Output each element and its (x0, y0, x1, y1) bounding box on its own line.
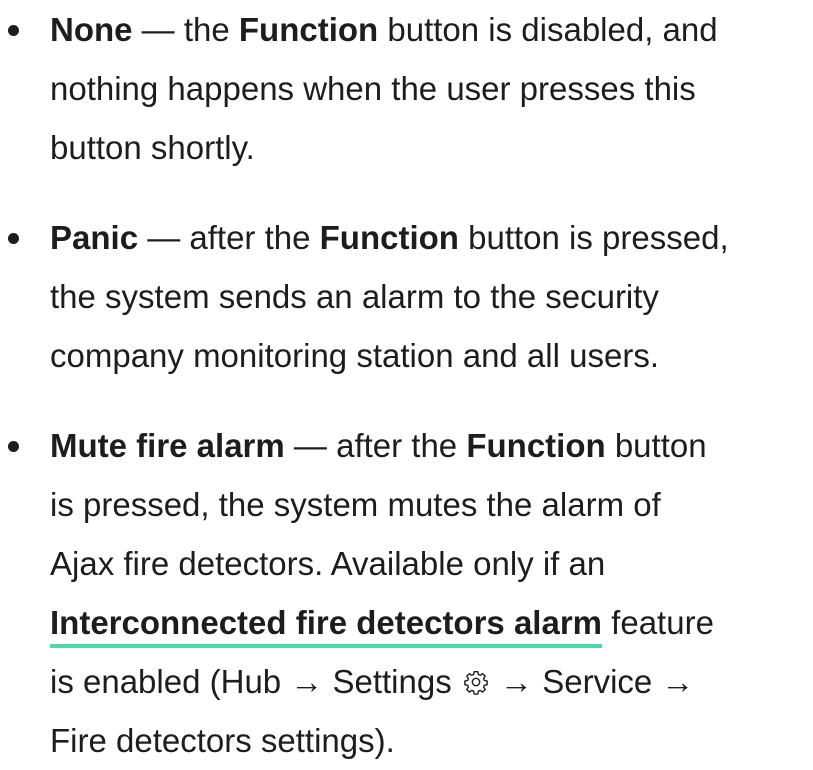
function-button-name: Function (238, 11, 379, 48)
option-name: Panic (50, 219, 139, 256)
list-item-line: nothing happens when the user presses th… (50, 70, 696, 107)
bullet (8, 233, 19, 244)
text-run: — after the (284, 427, 467, 464)
text-run: — the (132, 11, 239, 48)
function-button-name: Function (466, 427, 606, 464)
interconnected-fire-detectors-alarm-link[interactable]: Interconnected fire detectors alarm (50, 604, 603, 648)
text-run: is enabled (Hub → Settings (50, 663, 461, 700)
text-run: button (605, 427, 707, 464)
text-run: — after the (138, 219, 320, 256)
text-run: button is disabled, and (378, 11, 718, 48)
list-item-line: Fire detectors settings). (50, 722, 395, 759)
list-item-mute-fire-alarm: Mute fire alarm — after the Function but… (0, 416, 813, 770)
list-item-line: Panic — after the Function button is pre… (50, 208, 813, 267)
text-run: feature (602, 604, 714, 641)
list-item-line: Mute fire alarm — after the Function but… (50, 416, 813, 475)
list-item-line: the system sends an alarm to the securit… (50, 278, 659, 315)
list-item-line: button shortly. (50, 129, 255, 166)
list-item-line: company monitoring station and all users… (50, 337, 659, 374)
list-item-line: Ajax fire detectors. Available only if a… (50, 545, 606, 582)
list-item-none: None — the Function button is disabled, … (0, 0, 813, 177)
list-item-line: is enabled (Hub → Settings → Service → (50, 652, 813, 711)
text-run: → Service → (490, 663, 695, 700)
bullet (8, 441, 19, 452)
list-item-line: Interconnected fire detectors alarm feat… (50, 593, 813, 652)
option-name: Mute fire alarm (50, 427, 285, 464)
list-item-line: is pressed, the system mutes the alarm o… (50, 486, 661, 523)
bullet (8, 25, 19, 36)
list-item-panic: Panic — after the Function button is pre… (0, 208, 813, 385)
gear-icon (464, 671, 488, 695)
list-item-line: None — the Function button is disabled, … (50, 0, 813, 59)
feature-list: None — the Function button is disabled, … (0, 0, 813, 770)
function-button-name: Function (319, 219, 459, 256)
option-name: None (50, 11, 133, 48)
text-run: button is pressed, (458, 219, 729, 256)
